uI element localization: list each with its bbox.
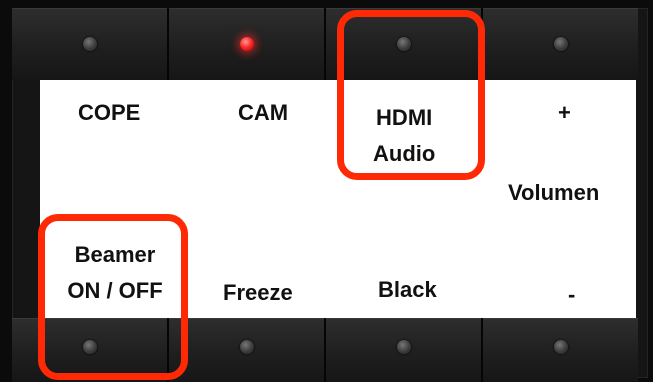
- led-indicator-icon: [239, 339, 254, 354]
- bottom-button-1[interactable]: [12, 318, 169, 382]
- top-button-4[interactable]: [483, 8, 638, 80]
- label-cam: CAM: [238, 100, 289, 125]
- led-indicator-icon: [82, 37, 97, 51]
- label-on-off-line: ON / OFF: [67, 278, 163, 303]
- bottom-button-4[interactable]: [483, 318, 638, 382]
- label-hdmi-audio: HDMI Audio: [373, 100, 435, 172]
- top-button-1[interactable]: [12, 8, 169, 80]
- label-audio-line: Audio: [373, 141, 436, 166]
- label-black: Black: [378, 277, 437, 302]
- led-indicator-on-icon: [239, 37, 254, 51]
- label-card: COPE CAM HDMI Audio + Volumen Beamer ON …: [40, 80, 636, 318]
- label-freeze: Freeze: [223, 280, 293, 305]
- led-indicator-icon: [553, 339, 568, 354]
- led-indicator-icon: [82, 339, 97, 354]
- top-button-3[interactable]: [326, 8, 483, 80]
- led-indicator-icon: [396, 339, 411, 354]
- bottom-button-2[interactable]: [169, 318, 326, 382]
- label-beamer: Beamer ON / OFF: [40, 237, 190, 309]
- label-beamer-line: Beamer: [74, 242, 156, 267]
- label-volume-plus: +: [558, 100, 571, 125]
- bottom-button-3[interactable]: [326, 318, 483, 382]
- led-indicator-icon: [553, 37, 568, 51]
- label-hdmi-line: HDMI: [376, 105, 433, 130]
- label-volume-minus: -: [568, 282, 576, 307]
- top-button-2[interactable]: [169, 8, 326, 80]
- top-button-row: [12, 8, 638, 80]
- label-cope: COPE: [78, 100, 141, 125]
- led-indicator-icon: [396, 37, 411, 51]
- bottom-button-row: [12, 318, 638, 382]
- label-volumen: Volumen: [508, 180, 600, 205]
